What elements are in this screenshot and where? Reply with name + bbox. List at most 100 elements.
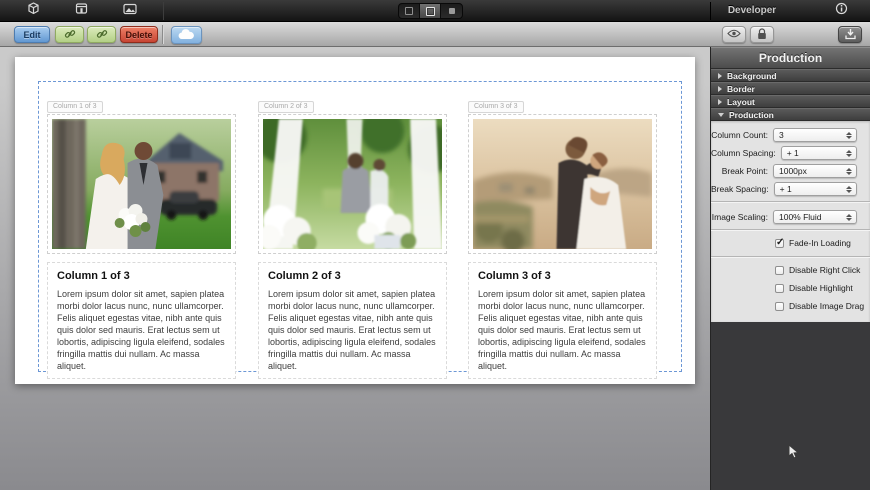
panel-title-developer: Developer bbox=[727, 5, 777, 16]
publish-button[interactable] bbox=[171, 26, 202, 44]
text-box-3[interactable]: Column 3 of 3 Lorem ipsum dolor sit amet… bbox=[468, 262, 657, 379]
photo-couple-by-tree bbox=[52, 119, 231, 249]
edit-button[interactable]: Edit bbox=[14, 26, 50, 43]
stepper-icon bbox=[846, 131, 853, 139]
cube-icon bbox=[27, 2, 40, 20]
fade-in-loading-checkbox[interactable] bbox=[775, 237, 784, 248]
section-production[interactable]: Production bbox=[711, 108, 870, 121]
top-menubar: Developer bbox=[0, 0, 870, 22]
export-button[interactable] bbox=[838, 26, 862, 43]
section-label: Border bbox=[727, 83, 755, 94]
checkbox-fade-in-loading: Fade-In Loading bbox=[711, 237, 870, 248]
disclosure-triangle-icon bbox=[718, 72, 722, 79]
action-toolbar: Edit Delete bbox=[0, 22, 870, 47]
field-label: Image Scaling: bbox=[711, 212, 768, 222]
field-image-scaling: Image Scaling: 100% Fluid bbox=[711, 210, 870, 224]
text-box-1[interactable]: Column 1 of 3 Lorem ipsum dolor sit amet… bbox=[47, 262, 236, 379]
outline-square-icon bbox=[405, 7, 413, 15]
column-count-select[interactable]: 3 bbox=[773, 128, 857, 142]
select-value: 3 bbox=[779, 130, 784, 140]
field-label: Break Point: bbox=[721, 166, 768, 176]
cloud-icon bbox=[178, 28, 195, 42]
developer-inspector-panel: Production Background Border Layout Prod… bbox=[710, 47, 870, 490]
checkbox-disable-highlight: Disable Highlight bbox=[711, 283, 870, 293]
section-background[interactable]: Background bbox=[711, 69, 870, 82]
break-spacing-select[interactable]: + 1 bbox=[773, 182, 857, 196]
column-tag: Column 2 of 3 bbox=[258, 101, 314, 113]
checkbox-label: Disable Highlight bbox=[789, 283, 853, 293]
column-body-text: Lorem ipsum dolor sit amet, sapien plate… bbox=[268, 289, 436, 371]
column-heading: Column 1 of 3 bbox=[57, 270, 130, 282]
image-box-3[interactable] bbox=[468, 114, 657, 254]
checkbox-disable-right-click: Disable Right Click bbox=[711, 265, 870, 275]
panel-boundary-line bbox=[710, 2, 711, 20]
select-value: + 1 bbox=[786, 148, 799, 158]
disable-image-drag-checkbox[interactable] bbox=[775, 301, 784, 311]
checkbox-label: Disable Right Click bbox=[789, 265, 861, 275]
field-label: Column Spacing: bbox=[711, 148, 776, 158]
info-button[interactable] bbox=[832, 2, 850, 20]
view-mode-arrange[interactable] bbox=[399, 4, 420, 18]
field-column-count: Column Count: 3 bbox=[711, 128, 870, 142]
checkbox-label: Fade-In Loading bbox=[789, 238, 851, 248]
delete-button[interactable]: Delete bbox=[120, 26, 158, 43]
window-icon bbox=[75, 2, 88, 20]
field-break-point: Break Point: 1000px bbox=[711, 164, 870, 178]
checkbox-label: Disable Image Drag bbox=[789, 301, 865, 311]
break-point-select[interactable]: 1000px bbox=[773, 164, 857, 178]
lock-icon bbox=[757, 27, 767, 42]
column-tag: Column 1 of 3 bbox=[47, 101, 103, 113]
disable-highlight-checkbox[interactable] bbox=[775, 283, 784, 293]
eye-icon bbox=[727, 29, 741, 40]
select-value: 100% Fluid bbox=[779, 212, 822, 222]
stepper-icon bbox=[846, 213, 853, 221]
column-1: Column 1 of 3 Column 1 of 3 Lorem ipsum … bbox=[47, 95, 236, 379]
section-layout[interactable]: Layout bbox=[711, 95, 870, 108]
link-icon bbox=[96, 28, 108, 42]
lock-button[interactable] bbox=[750, 26, 774, 43]
stepper-icon bbox=[846, 167, 853, 175]
field-label: Break Spacing: bbox=[711, 184, 769, 194]
info-icon bbox=[835, 2, 848, 20]
page[interactable]: Column 1 of 3 Column 1 of 3 Lorem ipsum … bbox=[15, 57, 695, 384]
view-mode-edit-selected[interactable] bbox=[420, 4, 441, 18]
disclosure-triangle-icon bbox=[718, 98, 722, 105]
filled-square-icon bbox=[448, 8, 455, 14]
section-label: Layout bbox=[727, 96, 755, 107]
divider bbox=[711, 201, 870, 202]
design-canvas: Column 1 of 3 Column 1 of 3 Lorem ipsum … bbox=[0, 47, 711, 490]
image-box-1[interactable] bbox=[47, 114, 236, 254]
text-box-2[interactable]: Column 2 of 3 Lorem ipsum dolor sit amet… bbox=[258, 262, 447, 379]
widgets-button[interactable] bbox=[24, 2, 42, 20]
field-column-spacing: Column Spacing: + 1 bbox=[711, 146, 870, 160]
view-mode-preview[interactable] bbox=[441, 4, 462, 18]
pages-button[interactable] bbox=[72, 3, 90, 19]
media-button[interactable] bbox=[121, 3, 139, 19]
column-heading: Column 2 of 3 bbox=[268, 270, 341, 282]
image-scaling-select[interactable]: 100% Fluid bbox=[773, 210, 857, 224]
checkbox-disable-image-drag: Disable Image Drag bbox=[711, 301, 870, 311]
column-tag: Column 3 of 3 bbox=[468, 101, 524, 113]
bracket-square-icon bbox=[425, 6, 435, 16]
divider bbox=[711, 229, 870, 230]
link-button-2[interactable] bbox=[87, 26, 116, 43]
photo-ceremony-drapes bbox=[263, 119, 442, 249]
production-settings: Column Count: 3 Column Spacing: + 1 Brea… bbox=[711, 121, 870, 322]
select-value: + 1 bbox=[779, 184, 792, 194]
disable-right-click-checkbox[interactable] bbox=[775, 265, 784, 275]
column-body-text: Lorem ipsum dolor sit amet, sapien plate… bbox=[478, 289, 646, 371]
app-window: Developer Edit Delete Column 1 of 3 Colu… bbox=[0, 0, 870, 490]
download-icon bbox=[844, 28, 856, 42]
section-border[interactable]: Border bbox=[711, 82, 870, 95]
section-label: Production bbox=[729, 109, 774, 120]
column-2: Column 2 of 3 Column 2 of 3 Lorem ipsum … bbox=[258, 95, 447, 379]
production-panel-header: Production bbox=[711, 47, 870, 69]
column-heading: Column 3 of 3 bbox=[478, 270, 551, 282]
field-break-spacing: Break Spacing: + 1 bbox=[711, 182, 870, 196]
toolbar-separator bbox=[162, 25, 163, 44]
disclosure-triangle-icon bbox=[718, 85, 722, 92]
link-button-1[interactable] bbox=[55, 26, 84, 43]
column-spacing-select[interactable]: + 1 bbox=[780, 146, 857, 160]
image-box-2[interactable] bbox=[258, 114, 447, 254]
visibility-button[interactable] bbox=[722, 26, 746, 43]
